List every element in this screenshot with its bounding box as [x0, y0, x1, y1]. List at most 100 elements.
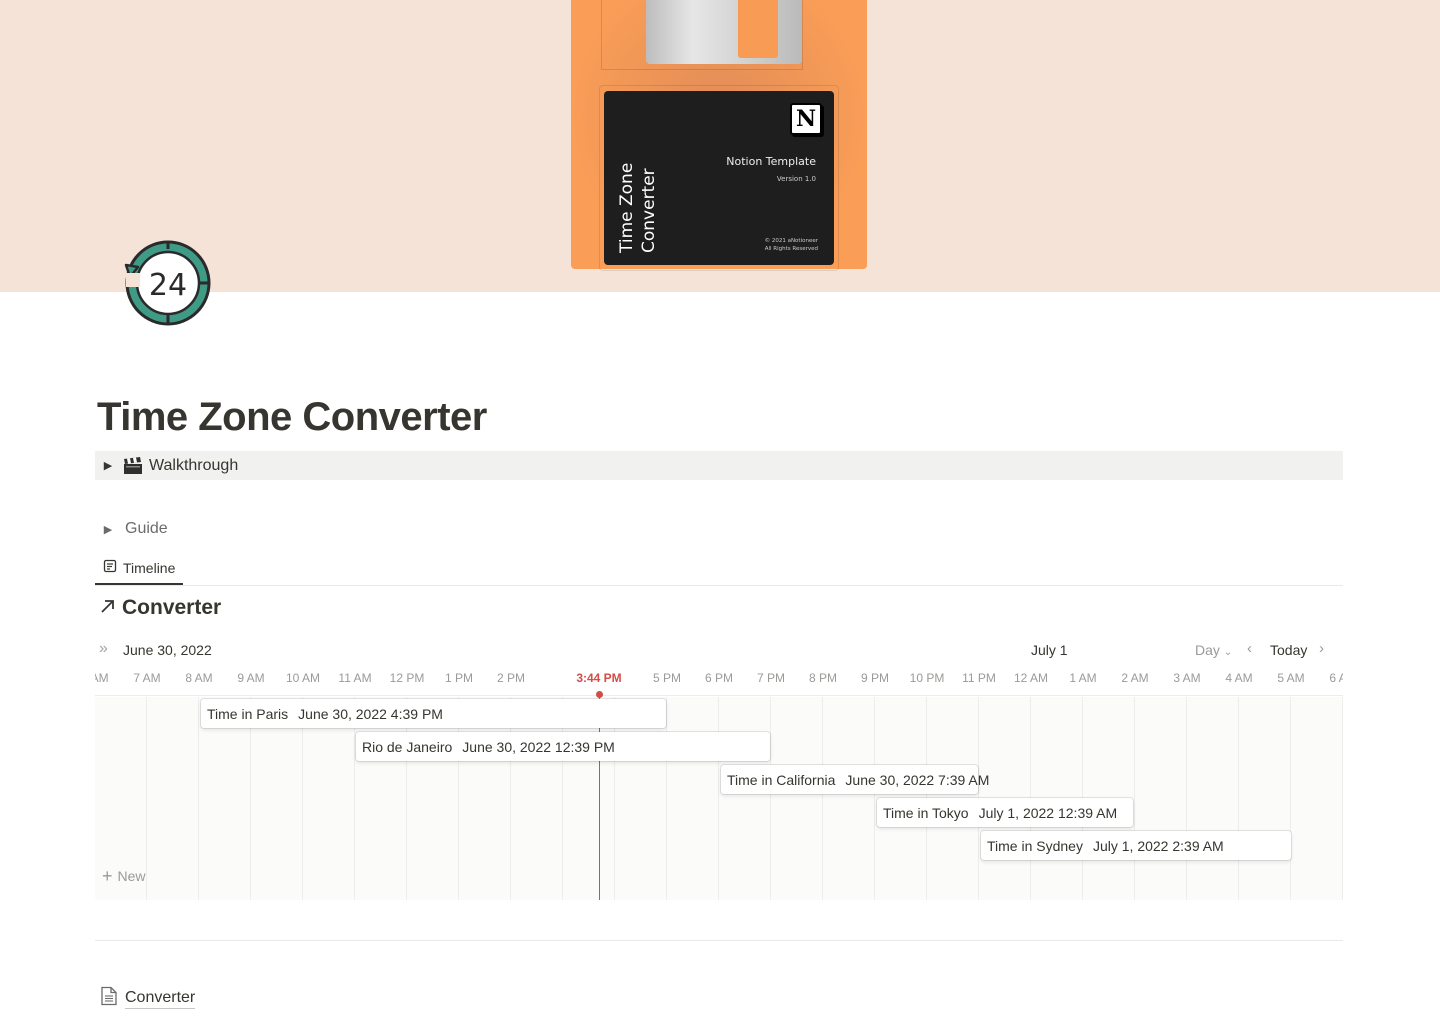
grid-line — [146, 697, 147, 900]
new-label: New — [117, 868, 146, 884]
hour-label: 2 PM — [496, 671, 526, 685]
item-date: June 30, 2022 4:39 PM — [298, 705, 443, 722]
hour-label: 8 AM — [185, 671, 213, 685]
grid-line — [666, 697, 667, 900]
hour-label: 11 AM — [338, 671, 372, 685]
cover-image: N Notion Template Version 1.0 © 2021 aNo… — [0, 0, 1440, 292]
timeline-item-sydney[interactable]: Time in Sydney July 1, 2022 2:39 AM — [981, 831, 1291, 860]
grid-line — [874, 697, 875, 900]
hour-label: 1 AM — [1069, 671, 1097, 685]
guide-label: Guide — [125, 520, 168, 537]
hour-label: 9 AM — [237, 671, 265, 685]
view-title-text: Converter — [122, 596, 222, 619]
item-title: Rio de Janeiro — [362, 738, 453, 755]
grid-line — [198, 697, 199, 900]
double-chevron-icon[interactable]: » — [99, 640, 108, 658]
cover-card-title-line2: Converter — [639, 168, 659, 253]
page-icon — [100, 986, 118, 1011]
hour-label: 10 AM — [285, 671, 321, 685]
item-title: Time in Sydney — [987, 837, 1083, 854]
hour-label: 11 PM — [962, 671, 996, 685]
timeline-item-rio[interactable]: Rio de Janeiro June 30, 2022 12:39 PM — [356, 732, 770, 761]
hour-label: 1 PM — [444, 671, 474, 685]
timeline-header: » June 30, 2022 July 1 Day ⌄ ‹ Today › — [95, 640, 1343, 662]
page-title[interactable]: Time Zone Converter — [97, 395, 487, 440]
item-date: July 1, 2022 2:39 AM — [1092, 837, 1224, 854]
item-date: June 30, 2022 7:39 AM — [845, 771, 990, 788]
today-button[interactable]: Today — [1270, 642, 1307, 658]
disk-label: N Notion Template Version 1.0 © 2021 aNo… — [604, 91, 834, 265]
item-title: Time in California — [727, 771, 836, 788]
hour-label: 7 PM — [756, 671, 786, 685]
hour-label: 5 AM — [1277, 671, 1305, 685]
divider — [95, 940, 1343, 941]
page-link-converter[interactable]: Converter — [100, 986, 196, 1011]
zoom-label: Day — [1195, 642, 1220, 658]
grid-line — [718, 697, 719, 900]
item-title: Time in Paris — [207, 705, 289, 722]
cover-copyright: © 2021 aNotioneer All Rights Reserved — [765, 237, 818, 253]
zoom-select[interactable]: Day ⌄ — [1195, 642, 1232, 658]
toggle-walkthrough[interactable]: ▶ Walkthrough — [95, 451, 1343, 480]
grid-line — [1238, 697, 1239, 900]
plus-icon: + — [102, 866, 113, 886]
floppy-disk-illustration: N Notion Template Version 1.0 © 2021 aNo… — [571, 0, 867, 271]
toggle-arrow-icon[interactable]: ▶ — [95, 459, 121, 472]
timeline-item-tokyo[interactable]: Time in Tokyo July 1, 2022 12:39 AM — [877, 798, 1133, 827]
grid-line — [1342, 697, 1343, 900]
timeline-view[interactable]: 6 AM 7 AM 8 AM 9 AM 10 AM 11 AM 12 PM 1 PM 2 PM 5… — [95, 666, 1343, 900]
item-date: July 1, 2022 12:39 AM — [978, 804, 1118, 821]
timeline-date-right: July 1 — [1031, 642, 1068, 658]
notion-logo-icon: N — [790, 103, 822, 135]
item-date: June 30, 2022 12:39 PM — [462, 738, 615, 755]
grid-line — [1186, 697, 1187, 900]
cover-copyright-line1: © 2021 aNotioneer — [764, 238, 818, 244]
page-link-label: Converter — [125, 988, 196, 1009]
hour-label: 4 AM — [1225, 671, 1253, 685]
linked-database-title[interactable]: Converter — [100, 596, 221, 620]
hour-label: 12 AM — [1013, 671, 1049, 685]
grid-line — [1290, 697, 1291, 900]
toggle-guide[interactable]: ▶ Guide — [95, 517, 168, 541]
clapper-board-icon — [123, 456, 143, 475]
timeline-item-paris[interactable]: Time in Paris June 30, 2022 4:39 PM — [201, 699, 666, 728]
grid-line — [770, 697, 771, 900]
clock-number: 24 — [149, 268, 187, 303]
timeline-date-left: June 30, 2022 — [123, 642, 212, 658]
cover-copyright-line2: All Rights Reserved — [764, 246, 818, 252]
chevron-left-icon[interactable]: ‹ — [1247, 640, 1252, 657]
chevron-right-icon[interactable]: › — [1319, 640, 1324, 657]
hour-label: 12 PM — [389, 671, 425, 685]
cover-brand-text: Notion Template — [726, 155, 816, 168]
hour-label: 9 PM — [860, 671, 890, 685]
hour-label: 3 AM — [1173, 671, 1201, 685]
tab-timeline[interactable]: Timeline — [95, 553, 184, 585]
timeline-item-california[interactable]: Time in California June 30, 2022 7:39 AM — [721, 765, 989, 794]
toggle-arrow-icon[interactable]: ▶ — [95, 523, 121, 536]
hour-label: 8 PM — [808, 671, 838, 685]
current-time-dot — [596, 691, 603, 698]
cover-card-title-line1: Time Zone — [617, 162, 637, 253]
new-item-button[interactable]: + New — [102, 866, 146, 886]
item-title: Time in Tokyo — [883, 804, 969, 821]
chevron-down-icon: ⌄ — [1223, 647, 1233, 658]
walkthrough-label: Walkthrough — [149, 456, 239, 474]
view-tab-bar: Timeline — [95, 553, 1343, 586]
hour-label: 6 PM — [704, 671, 734, 685]
hour-label: 6 AM — [95, 671, 109, 685]
hour-label: 7 AM — [133, 671, 161, 685]
cover-version-text: Version 1.0 — [776, 175, 816, 183]
disk-shutter-slot — [738, 0, 778, 58]
document-icon — [103, 559, 117, 578]
tab-label: Timeline — [123, 560, 176, 576]
grid-line — [822, 697, 823, 900]
cover-card-title: Time Zone Converter — [616, 163, 660, 253]
disk-shutter — [646, 0, 802, 64]
current-time-label: 3:44 PM — [576, 671, 622, 685]
24-hour-clock-icon[interactable]: 24 — [122, 237, 214, 329]
arrow-up-right-icon — [100, 597, 122, 620]
hour-label: 6 AM — [1329, 671, 1343, 685]
grid-line — [1134, 697, 1135, 900]
hour-label: 5 PM — [652, 671, 682, 685]
hour-label: 2 AM — [1121, 671, 1149, 685]
